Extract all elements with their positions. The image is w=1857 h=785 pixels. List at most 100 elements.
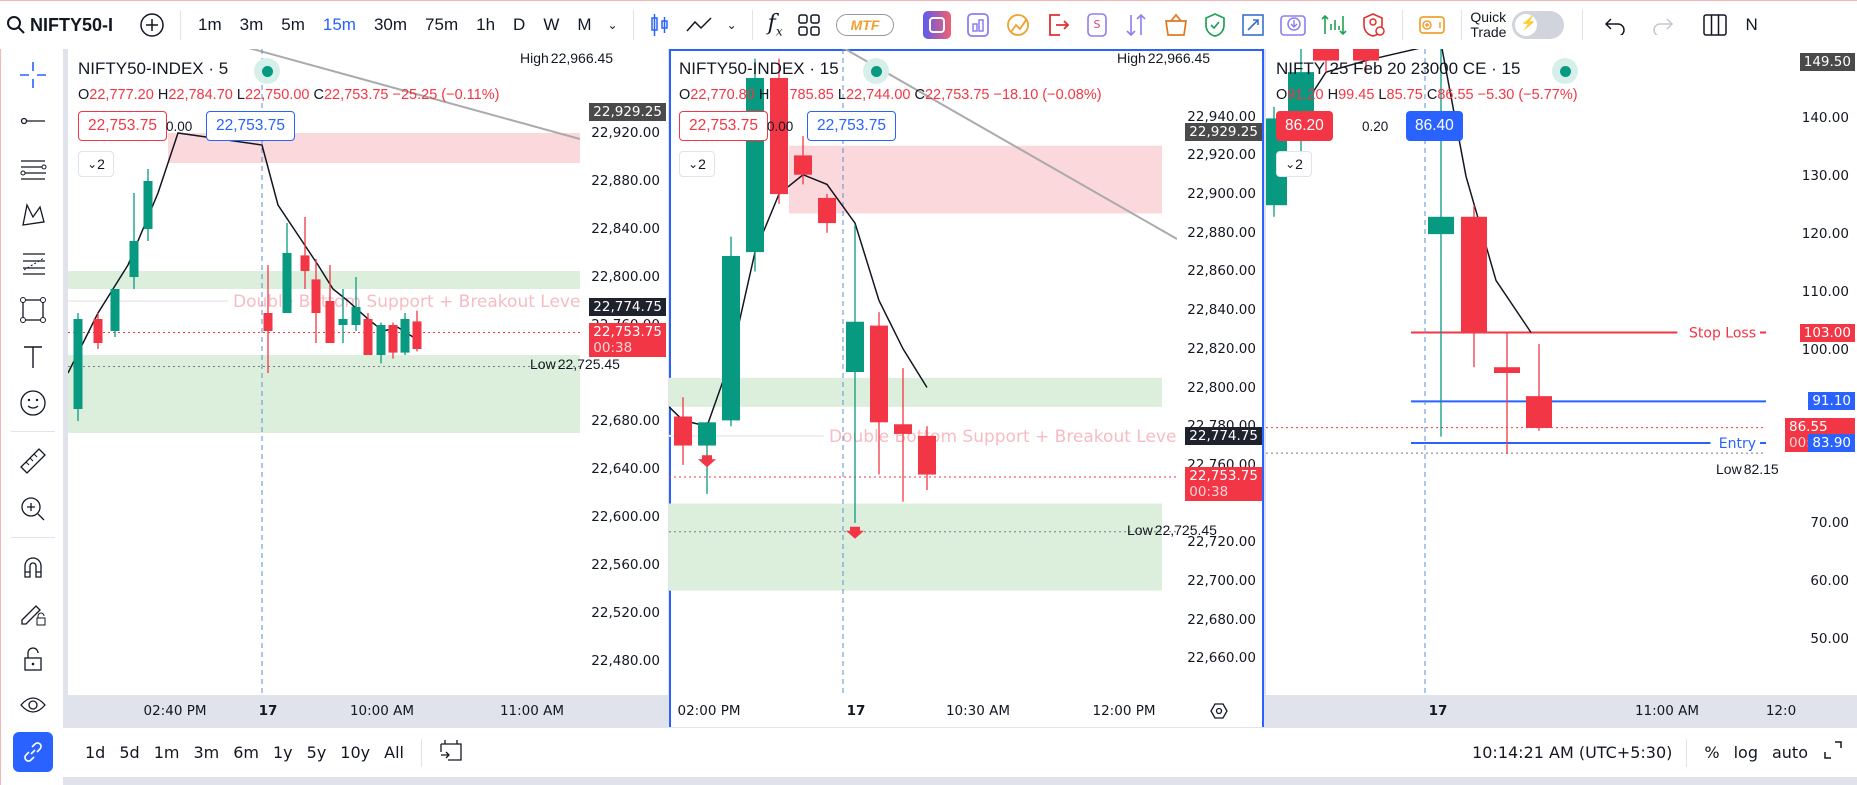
log-scale-toggle[interactable]: log — [1727, 743, 1765, 762]
fullscreen-button[interactable] — [1815, 740, 1857, 765]
clock-timezone[interactable]: 10:14:21 AM (UTC+5:30) — [1472, 743, 1686, 762]
measure-tool[interactable] — [13, 441, 53, 481]
range-5y[interactable]: 5y — [300, 743, 334, 762]
chart-pane-option-15m[interactable]: Stop Loss Entry 140.00 130.00 120.00 110.00 10… — [1266, 49, 1857, 695]
trade-chart-button[interactable] — [1314, 5, 1354, 45]
market-status-dot[interactable] — [1552, 58, 1578, 84]
text-tool[interactable] — [13, 337, 53, 377]
timeframe-1m[interactable]: 1m — [189, 5, 231, 45]
quick-trade-toggle[interactable]: ⚡ — [1512, 11, 1565, 39]
chart-pane-nifty-15m[interactable]: Double Bottom Support + Breakout Level 22… — [669, 49, 1264, 729]
magnet-tool[interactable] — [13, 547, 53, 587]
demand-zone[interactable] — [669, 503, 1162, 591]
indicators-button[interactable]: fx — [761, 5, 790, 45]
percent-scale-toggle[interactable]: % — [1697, 743, 1726, 762]
candle[interactable] — [1428, 216, 1454, 235]
mtf-button[interactable]: MTF — [835, 14, 895, 36]
undo-button[interactable] — [1597, 5, 1633, 45]
candle[interactable] — [338, 319, 348, 325]
timeframe-75m[interactable]: 75m — [416, 5, 467, 45]
lock-drawing-tool[interactable] — [13, 593, 53, 633]
candle[interactable] — [1494, 367, 1520, 373]
candle[interactable] — [282, 253, 292, 313]
line-chart-type-button[interactable] — [678, 5, 720, 45]
add-symbol-button[interactable] — [132, 5, 172, 45]
chart-expand-button[interactable] — [1234, 5, 1272, 45]
lock-all-tool[interactable] — [13, 639, 53, 679]
demand-zone[interactable] — [669, 377, 1162, 407]
channel-tool[interactable] — [13, 149, 53, 189]
indicators-collapse-button[interactable]: ⌄ 2 — [679, 151, 715, 177]
candle[interactable] — [73, 319, 83, 409]
candle[interactable] — [351, 307, 361, 325]
candle[interactable] — [388, 325, 398, 353]
app-button-1[interactable] — [916, 5, 958, 45]
fib-tool[interactable] — [13, 243, 53, 283]
rectangle-tool[interactable] — [13, 290, 53, 330]
indicators-collapse-button[interactable]: ⌄ 2 — [78, 151, 114, 177]
range-6m[interactable]: 6m — [226, 743, 266, 762]
candle[interactable] — [918, 435, 936, 475]
target-line-price-tag[interactable]: 91.10 — [1808, 392, 1855, 411]
timeframe-dropdown[interactable]: ⌄ — [601, 5, 625, 45]
moving-average-line[interactable] — [68, 132, 414, 374]
range-3m[interactable]: 3m — [186, 743, 226, 762]
chart-title[interactable]: NIFTY 25 Feb 20 23000 CE · 15 — [1276, 59, 1520, 79]
chart-settings-button[interactable] — [1209, 701, 1229, 724]
zoom-in-tool[interactable] — [13, 489, 53, 529]
app-button-3[interactable] — [998, 5, 1038, 45]
chart-title[interactable]: NIFTY50-INDEX · 5 — [78, 59, 228, 79]
candle[interactable] — [1526, 396, 1552, 428]
download-button[interactable] — [1272, 5, 1314, 45]
chart-title[interactable]: NIFTY50-INDEX · 15 — [679, 59, 839, 79]
price-axis[interactable]: 22,940.00 22,920.00 22,900.00 22,880.00 22,8… — [1177, 49, 1264, 697]
candle[interactable] — [698, 422, 716, 446]
buy-button[interactable]: 22,753.75 — [206, 111, 295, 141]
price-plot[interactable]: Double Bottom Support + Breakout Level — [669, 49, 1177, 697]
symbol-search[interactable]: NIFTY50-I — [0, 5, 120, 45]
exit-button[interactable] — [1038, 5, 1078, 45]
pattern-tool[interactable] — [13, 195, 53, 235]
sell-button[interactable]: 22,753.75 — [679, 111, 768, 141]
timeframe-1h[interactable]: 1h — [467, 5, 504, 45]
range-5d[interactable]: 5d — [112, 743, 146, 762]
timeframe-15m[interactable]: 15m — [314, 5, 365, 45]
emoji-tool[interactable] — [13, 383, 53, 423]
candle[interactable] — [110, 289, 120, 331]
buy-button[interactable]: 22,753.75 — [807, 111, 896, 141]
basket-button[interactable] — [1156, 5, 1196, 45]
auto-scale-toggle[interactable]: auto — [1765, 743, 1815, 762]
timeframe-W[interactable]: W — [534, 5, 568, 45]
candle[interactable] — [674, 416, 692, 446]
timeframe-D[interactable]: D — [504, 5, 534, 45]
next-button[interactable]: N — [1735, 5, 1764, 45]
price-plot[interactable]: Stop Loss Entry — [1266, 49, 1766, 695]
candle[interactable] — [93, 319, 103, 343]
candle[interactable] — [376, 325, 386, 355]
supply-zone[interactable] — [789, 145, 1162, 214]
candle[interactable] — [325, 301, 335, 343]
range-All[interactable]: All — [377, 743, 411, 762]
candles-chart-type-button[interactable] — [642, 5, 678, 45]
buy-button[interactable]: 86.40 — [1406, 111, 1463, 141]
range-1y[interactable]: 1y — [266, 743, 300, 762]
risk-button[interactable] — [1354, 5, 1394, 45]
candle[interactable] — [794, 155, 812, 175]
layouts-button[interactable] — [790, 5, 828, 45]
chart-type-dropdown[interactable]: ⌄ — [720, 5, 744, 45]
redo-button[interactable] — [1645, 5, 1681, 45]
candle[interactable] — [746, 78, 764, 253]
candle[interactable] — [818, 197, 836, 224]
entry-line-price-tag[interactable]: 83.90 — [1808, 434, 1855, 452]
candle[interactable] — [311, 279, 321, 313]
range-1m[interactable]: 1m — [147, 743, 187, 762]
timeframe-3m[interactable]: 3m — [231, 5, 273, 45]
candle[interactable] — [1461, 216, 1487, 333]
range-10y[interactable]: 10y — [333, 743, 377, 762]
sell-button[interactable]: 86.20 — [1276, 111, 1333, 141]
timeframe-5m[interactable]: 5m — [272, 5, 314, 45]
shield-button[interactable] — [1196, 5, 1234, 45]
market-status-dot[interactable] — [254, 58, 280, 84]
candle[interactable] — [143, 181, 153, 229]
chart-pane-nifty-5m[interactable]: Double Bottom Support + Breakout Level 22… — [68, 49, 668, 695]
